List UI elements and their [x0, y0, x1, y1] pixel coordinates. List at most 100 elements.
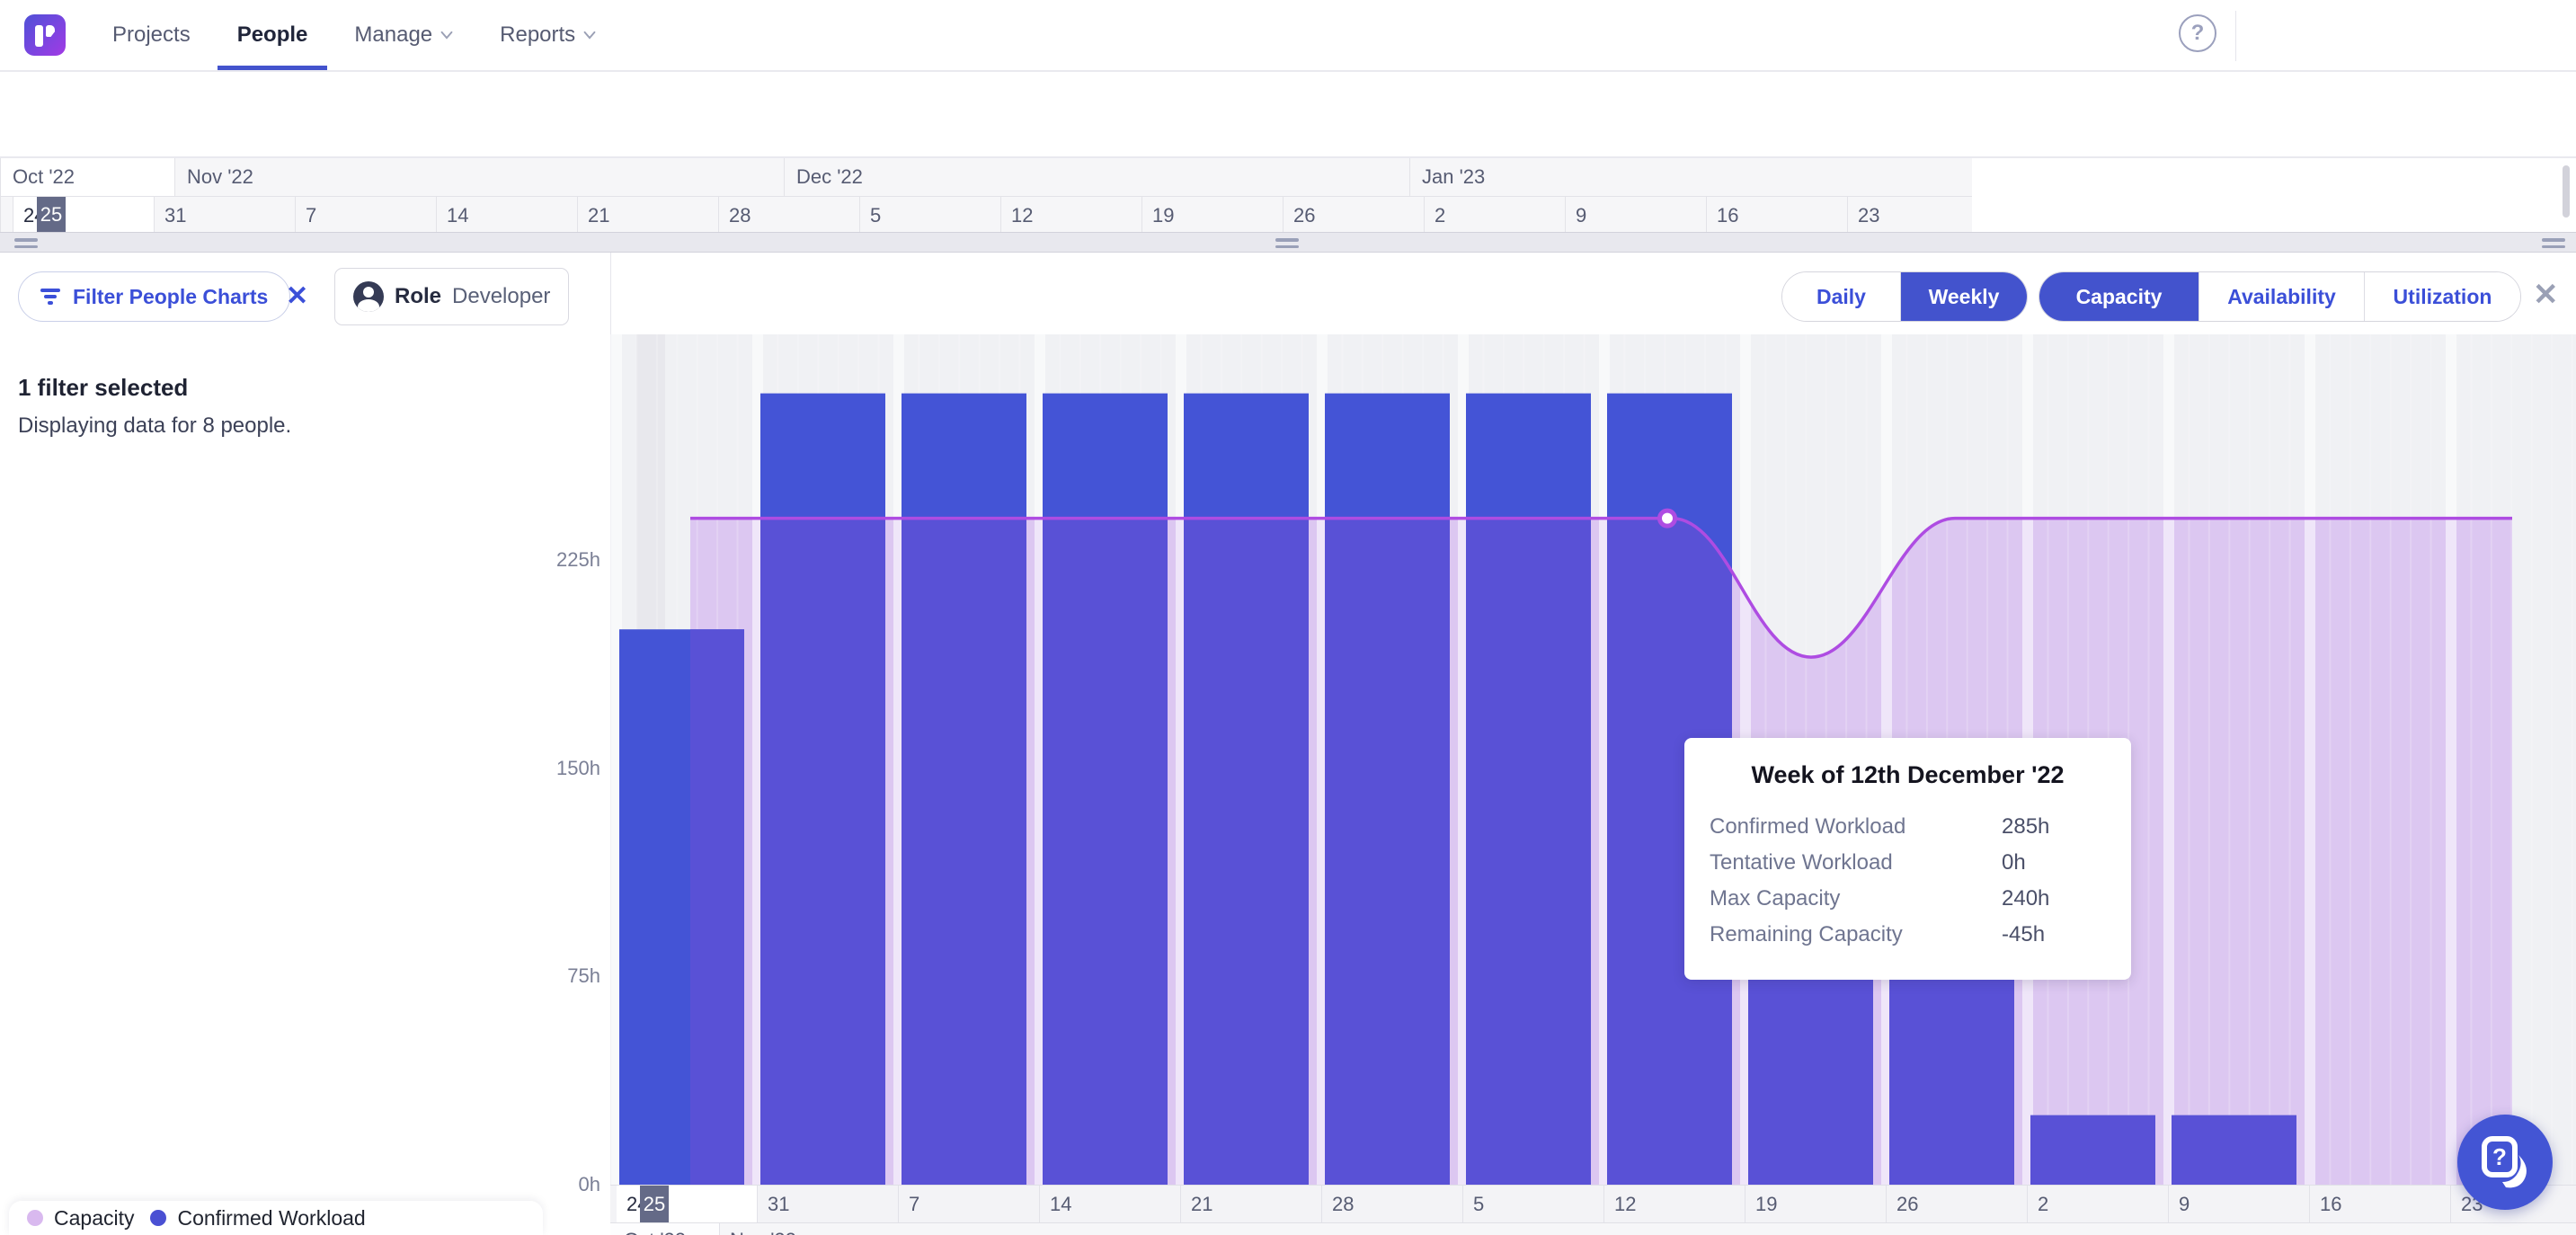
timeline-month: Dec '22	[785, 158, 1410, 196]
nav-item-label: Projects	[112, 22, 191, 48]
x-axis-today-badge: 25	[640, 1186, 669, 1222]
x-axis-week: 2425	[617, 1186, 758, 1222]
timeline-week: 21	[578, 197, 719, 232]
divider-grip-left[interactable]	[14, 238, 38, 248]
granularity-tab-label: Weekly	[1929, 285, 2000, 309]
y-tick-label: 75h	[484, 964, 600, 988]
timeline-scrollbar[interactable]	[2563, 165, 2570, 218]
x-axis-week: 9	[2169, 1186, 2310, 1222]
y-tick-label: 150h	[484, 757, 600, 780]
chevron-down-icon	[583, 29, 596, 41]
capacity-chart-svg	[610, 334, 2576, 1185]
nav-item-projects[interactable]: Projects	[112, 0, 191, 70]
toolbar-row: + New Tentative Oct '22Nov '22Dec '22Jan…	[0, 158, 2576, 232]
tooltip-row-label: Max Capacity	[1710, 886, 2002, 911]
y-tick-label: 0h	[484, 1173, 600, 1196]
chart-role-chip[interactable]: Role Developer	[334, 268, 569, 325]
tooltip-row-value: 0h	[2002, 850, 2026, 875]
close-charts-icon[interactable]: ✕	[2533, 277, 2559, 313]
today-badge: 25	[37, 197, 66, 232]
tooltip-row: Confirmed Workload285h	[1684, 809, 2131, 845]
granularity-tabs: Daily Weekly	[1781, 271, 2028, 322]
help-icon[interactable]: ?	[2179, 14, 2216, 52]
metric-tab-availability[interactable]: Availability	[2199, 272, 2365, 321]
timeline-month: Jan '23	[1410, 158, 1972, 196]
granularity-tab-weekly[interactable]: Weekly	[1901, 272, 2027, 321]
svg-text:?: ?	[2492, 1143, 2507, 1170]
x-axis-month: Oct '22	[624, 1229, 686, 1235]
y-tick-label: 225h	[484, 548, 600, 572]
legend-item-confirmed-workload: Confirmed Workload	[150, 1206, 365, 1231]
x-axis-month: Nov '22	[730, 1229, 796, 1235]
x-axis-week: 12	[1604, 1186, 1745, 1222]
x-axis-week: 7	[899, 1186, 1040, 1222]
filter-bar: Filter ✕ Save Role Developer Search peop…	[0, 72, 2576, 158]
nav-item-reports[interactable]: Reports	[500, 0, 596, 70]
tooltip-row-value: -45h	[2002, 922, 2045, 947]
timeline-week: 2425	[13, 197, 155, 232]
legend-label: Capacity	[54, 1206, 134, 1231]
timeline-header: Oct '22Nov '22Dec '22Jan '23 24253171421…	[0, 158, 1972, 232]
chat-question-icon: ?	[2477, 1135, 2533, 1189]
timeline-weeks: 24253171421285121926291623	[1, 196, 1972, 232]
x-axis-week: 14	[1040, 1186, 1181, 1222]
legend-label: Confirmed Workload	[177, 1206, 365, 1231]
nav-item-label: Manage	[354, 22, 432, 48]
tooltip-row-label: Remaining Capacity	[1710, 922, 2002, 947]
metric-tabs: Capacity Availability Utilization	[2039, 271, 2521, 322]
split-divider	[0, 232, 2576, 253]
logo-glyph	[35, 25, 43, 47]
metric-tab-capacity[interactable]: Capacity	[2039, 272, 2199, 321]
timeline-week: 26	[1284, 197, 1425, 232]
timeline-week: 19	[1142, 197, 1284, 232]
nav-item-label: People	[237, 22, 308, 48]
clear-chart-filter-icon[interactable]: ✕	[286, 280, 308, 312]
tooltip-title: Week of 12th December '22	[1684, 761, 2131, 789]
x-axis-week: 28	[1322, 1186, 1463, 1222]
x-axis-week: 5	[1463, 1186, 1604, 1222]
filter-people-charts-button[interactable]: Filter People Charts	[18, 271, 290, 322]
people-count-summary: Displaying data for 8 people.	[18, 413, 291, 439]
metric-tab-label: Availability	[2227, 285, 2336, 309]
x-axis-week: 19	[1745, 1186, 1887, 1222]
metric-tab-label: Capacity	[2076, 285, 2163, 309]
timeline-week: 23	[1848, 197, 1972, 232]
x-axis-months: Oct '22 Nov '22	[610, 1222, 2576, 1235]
x-axis-month-divider	[719, 1223, 720, 1235]
tooltip-row-label: Confirmed Workload	[1710, 814, 2002, 840]
x-axis: 24253171421285121926291623	[610, 1185, 2576, 1222]
timeline-week: 9	[1566, 197, 1707, 232]
legend-dot	[150, 1210, 166, 1226]
help-chat-button[interactable]: ?	[2457, 1115, 2553, 1210]
timeline-week: 28	[719, 197, 860, 232]
capacity-chart[interactable]	[610, 334, 2576, 1185]
timeline-week: 14	[437, 197, 578, 232]
person-icon	[353, 281, 384, 312]
chart-tooltip: Week of 12th December '22 Confirmed Work…	[1684, 738, 2131, 980]
runn-logo[interactable]	[24, 14, 66, 56]
nav-item-people[interactable]: People	[237, 0, 308, 70]
granularity-tab-daily[interactable]: Daily	[1782, 272, 1901, 321]
timeline-month: Oct '22	[1, 158, 175, 196]
timeline-week-pad	[1, 197, 13, 232]
x-axis-week: 26	[1887, 1186, 2028, 1222]
nav-item-manage[interactable]: Manage	[354, 0, 453, 70]
tooltip-row: Max Capacity240h	[1684, 881, 2131, 917]
chevron-down-icon	[440, 29, 453, 41]
divider-grip-center[interactable]	[1275, 238, 1299, 248]
granularity-tab-label: Daily	[1817, 285, 1866, 309]
tooltip-row-value: 240h	[2002, 886, 2049, 911]
timeline-month: Nov '22	[175, 158, 785, 196]
x-axis-week: 2	[2028, 1186, 2169, 1222]
legend-item-capacity: Capacity	[27, 1206, 134, 1231]
legend-dot	[27, 1210, 43, 1226]
metric-tab-utilization[interactable]: Utilization	[2365, 272, 2520, 321]
metric-tab-label: Utilization	[2394, 285, 2492, 309]
top-navbar: Projects People Manage Reports ?	[0, 0, 2576, 72]
timeline-months: Oct '22Nov '22Dec '22Jan '23	[1, 158, 1972, 196]
tooltip-row: Tentative Workload0h	[1684, 845, 2131, 881]
tooltip-row-label: Tentative Workload	[1710, 850, 2002, 875]
divider-grip-right[interactable]	[2542, 238, 2565, 248]
tooltip-row-value: 285h	[2002, 814, 2049, 840]
tooltip-row: Remaining Capacity-45h	[1684, 917, 2131, 953]
